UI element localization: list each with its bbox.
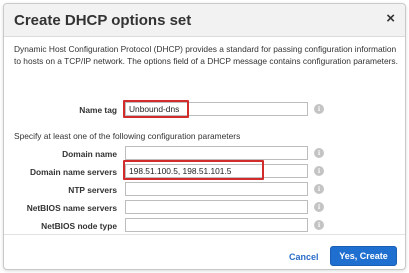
netbios-node-type-input[interactable] [125, 218, 308, 232]
info-icon[interactable]: i [314, 202, 324, 212]
info-icon[interactable]: i [314, 220, 324, 230]
domain-name-label: Domain name [62, 149, 117, 159]
domain-name-input[interactable] [125, 146, 308, 160]
info-icon[interactable]: i [314, 184, 324, 194]
close-icon[interactable]: × [386, 10, 395, 28]
create-dhcp-options-dialog: Create DHCP options set × Dynamic Host C… [3, 3, 406, 270]
cancel-button[interactable]: Cancel [289, 252, 319, 262]
dialog-header: Create DHCP options set × [4, 4, 405, 37]
info-icon[interactable]: i [314, 104, 324, 114]
dialog-description: Dynamic Host Configuration Protocol (DHC… [14, 44, 398, 66]
yes-create-button[interactable]: Yes, Create [330, 246, 397, 266]
info-icon[interactable]: i [314, 166, 324, 176]
name-tag-highlight [123, 100, 189, 118]
netbios-name-servers-label: NetBIOS name servers [26, 203, 117, 213]
domain-name-servers-highlight [123, 160, 264, 180]
footer-divider [4, 234, 405, 235]
domain-name-servers-label: Domain name servers [29, 167, 117, 177]
netbios-node-type-label: NetBIOS node type [41, 221, 117, 231]
info-icon[interactable]: i [314, 148, 324, 158]
ntp-servers-label: NTP servers [68, 185, 117, 195]
netbios-name-servers-input[interactable] [125, 200, 308, 214]
ntp-servers-input[interactable] [125, 182, 308, 196]
name-tag-label: Name tag [79, 105, 117, 115]
config-instruction: Specify at least one of the following co… [14, 131, 241, 141]
dialog-title: Create DHCP options set [14, 12, 192, 29]
